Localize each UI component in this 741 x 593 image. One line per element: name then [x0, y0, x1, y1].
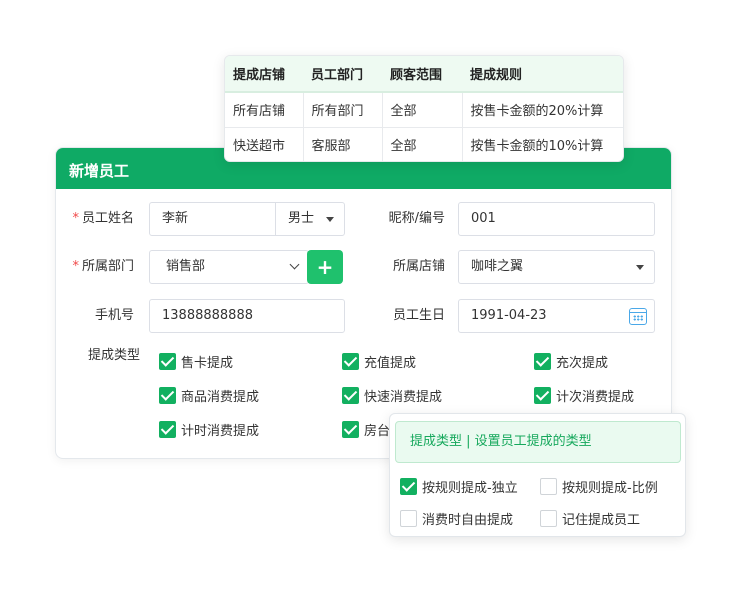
table-cell: 所有店铺 — [225, 91, 304, 127]
option-item[interactable]: 记住提成员工 — [540, 510, 640, 530]
checkbox-checked-icon[interactable] — [534, 353, 551, 370]
table-header-row: 提成店铺 员工部门 顾客范围 提成规则 — [225, 56, 623, 93]
table-cell: 客服部 — [303, 126, 383, 161]
commission-label: 提成类型 — [87, 348, 140, 363]
birthday-input[interactable]: 1991-04-23 — [458, 299, 655, 333]
calendar-icon[interactable] — [629, 308, 647, 325]
column-header: 员工部门 — [303, 56, 382, 93]
dept-label: * 所属部门 — [72, 259, 134, 274]
checkbox-checked-icon[interactable] — [342, 387, 359, 404]
checkbox-checked-icon[interactable] — [159, 353, 176, 370]
column-header: 提成店铺 — [225, 56, 303, 93]
checkbox-item[interactable]: 商品消费提成 — [159, 387, 259, 407]
table-row[interactable]: 所有店铺 所有部门 全部 按售卡金额的20%计算 — [225, 91, 623, 127]
nickname-input[interactable]: 001 — [458, 202, 655, 236]
checkbox-checked-icon[interactable] — [159, 421, 176, 438]
add-dept-button[interactable]: + — [307, 250, 343, 284]
checkbox-item[interactable]: 充次提成 — [534, 353, 608, 373]
checkbox-item[interactable]: 计时消费提成 — [159, 421, 259, 441]
table-cell: 全部 — [382, 126, 463, 161]
dept-select[interactable]: 销售部 — [149, 250, 309, 284]
column-header: 提成规则 — [462, 56, 623, 93]
commission-rules-table: 提成店铺 员工部门 顾客范围 提成规则 所有店铺 所有部门 全部 按售卡金额的2… — [224, 55, 624, 162]
checkbox-checked-icon[interactable] — [400, 478, 417, 495]
checkbox-item[interactable]: 房台 — [342, 421, 390, 441]
caret-down-icon — [326, 217, 334, 222]
gender-select[interactable]: 男士 — [275, 202, 345, 236]
checkbox-item[interactable]: 计次消费提成 — [534, 387, 634, 407]
table-row[interactable]: 快送超市 客服部 全部 按售卡金额的10%计算 — [225, 126, 623, 161]
checkbox-checked-icon[interactable] — [342, 421, 359, 438]
option-item[interactable]: 按规则提成-比例 — [540, 478, 658, 498]
popup-header: 提成类型 | 设置员工提成的类型 — [395, 421, 681, 463]
checkbox-item[interactable]: 售卡提成 — [159, 353, 233, 373]
phone-input[interactable]: 13888888888 — [149, 299, 345, 333]
table-cell: 所有部门 — [303, 91, 383, 127]
name-label: * 员工姓名 — [72, 211, 134, 226]
table-cell: 全部 — [382, 91, 463, 127]
phone-label: 手机号 — [94, 308, 134, 323]
checkbox-item[interactable]: 充值提成 — [342, 353, 416, 373]
checkbox-item[interactable]: 快速消费提成 — [342, 387, 442, 407]
table-cell: 按售卡金额的20%计算 — [462, 91, 623, 127]
stage: 新增员工 * 员工姓名 李新 男士 昵称/编号 001 * 所属部门 销售部 + 所… — [0, 0, 741, 593]
commission-type-popup: 提成类型 | 设置员工提成的类型 按规则提成-独立 按规则提成-比例 消费时自由… — [389, 413, 686, 537]
column-header: 顾客范围 — [382, 56, 462, 93]
checkbox-unchecked-icon[interactable] — [400, 510, 417, 527]
store-label: 所属店铺 — [392, 259, 445, 274]
caret-down-icon — [636, 265, 644, 270]
name-input[interactable]: 李新 — [149, 202, 276, 236]
chevron-down-icon — [289, 259, 300, 270]
table-cell: 按售卡金额的10%计算 — [462, 126, 623, 161]
store-select[interactable]: 咖啡之翼 — [458, 250, 655, 284]
option-item[interactable]: 消费时自由提成 — [400, 510, 513, 530]
checkbox-unchecked-icon[interactable] — [540, 510, 557, 527]
table-cell: 快送超市 — [225, 126, 304, 161]
checkbox-checked-icon[interactable] — [342, 353, 359, 370]
checkbox-checked-icon[interactable] — [534, 387, 551, 404]
option-item[interactable]: 按规则提成-独立 — [400, 478, 518, 498]
checkbox-checked-icon[interactable] — [159, 387, 176, 404]
birthday-label: 员工生日 — [392, 308, 445, 323]
checkbox-unchecked-icon[interactable] — [540, 478, 557, 495]
nickname-label: 昵称/编号 — [388, 211, 445, 226]
